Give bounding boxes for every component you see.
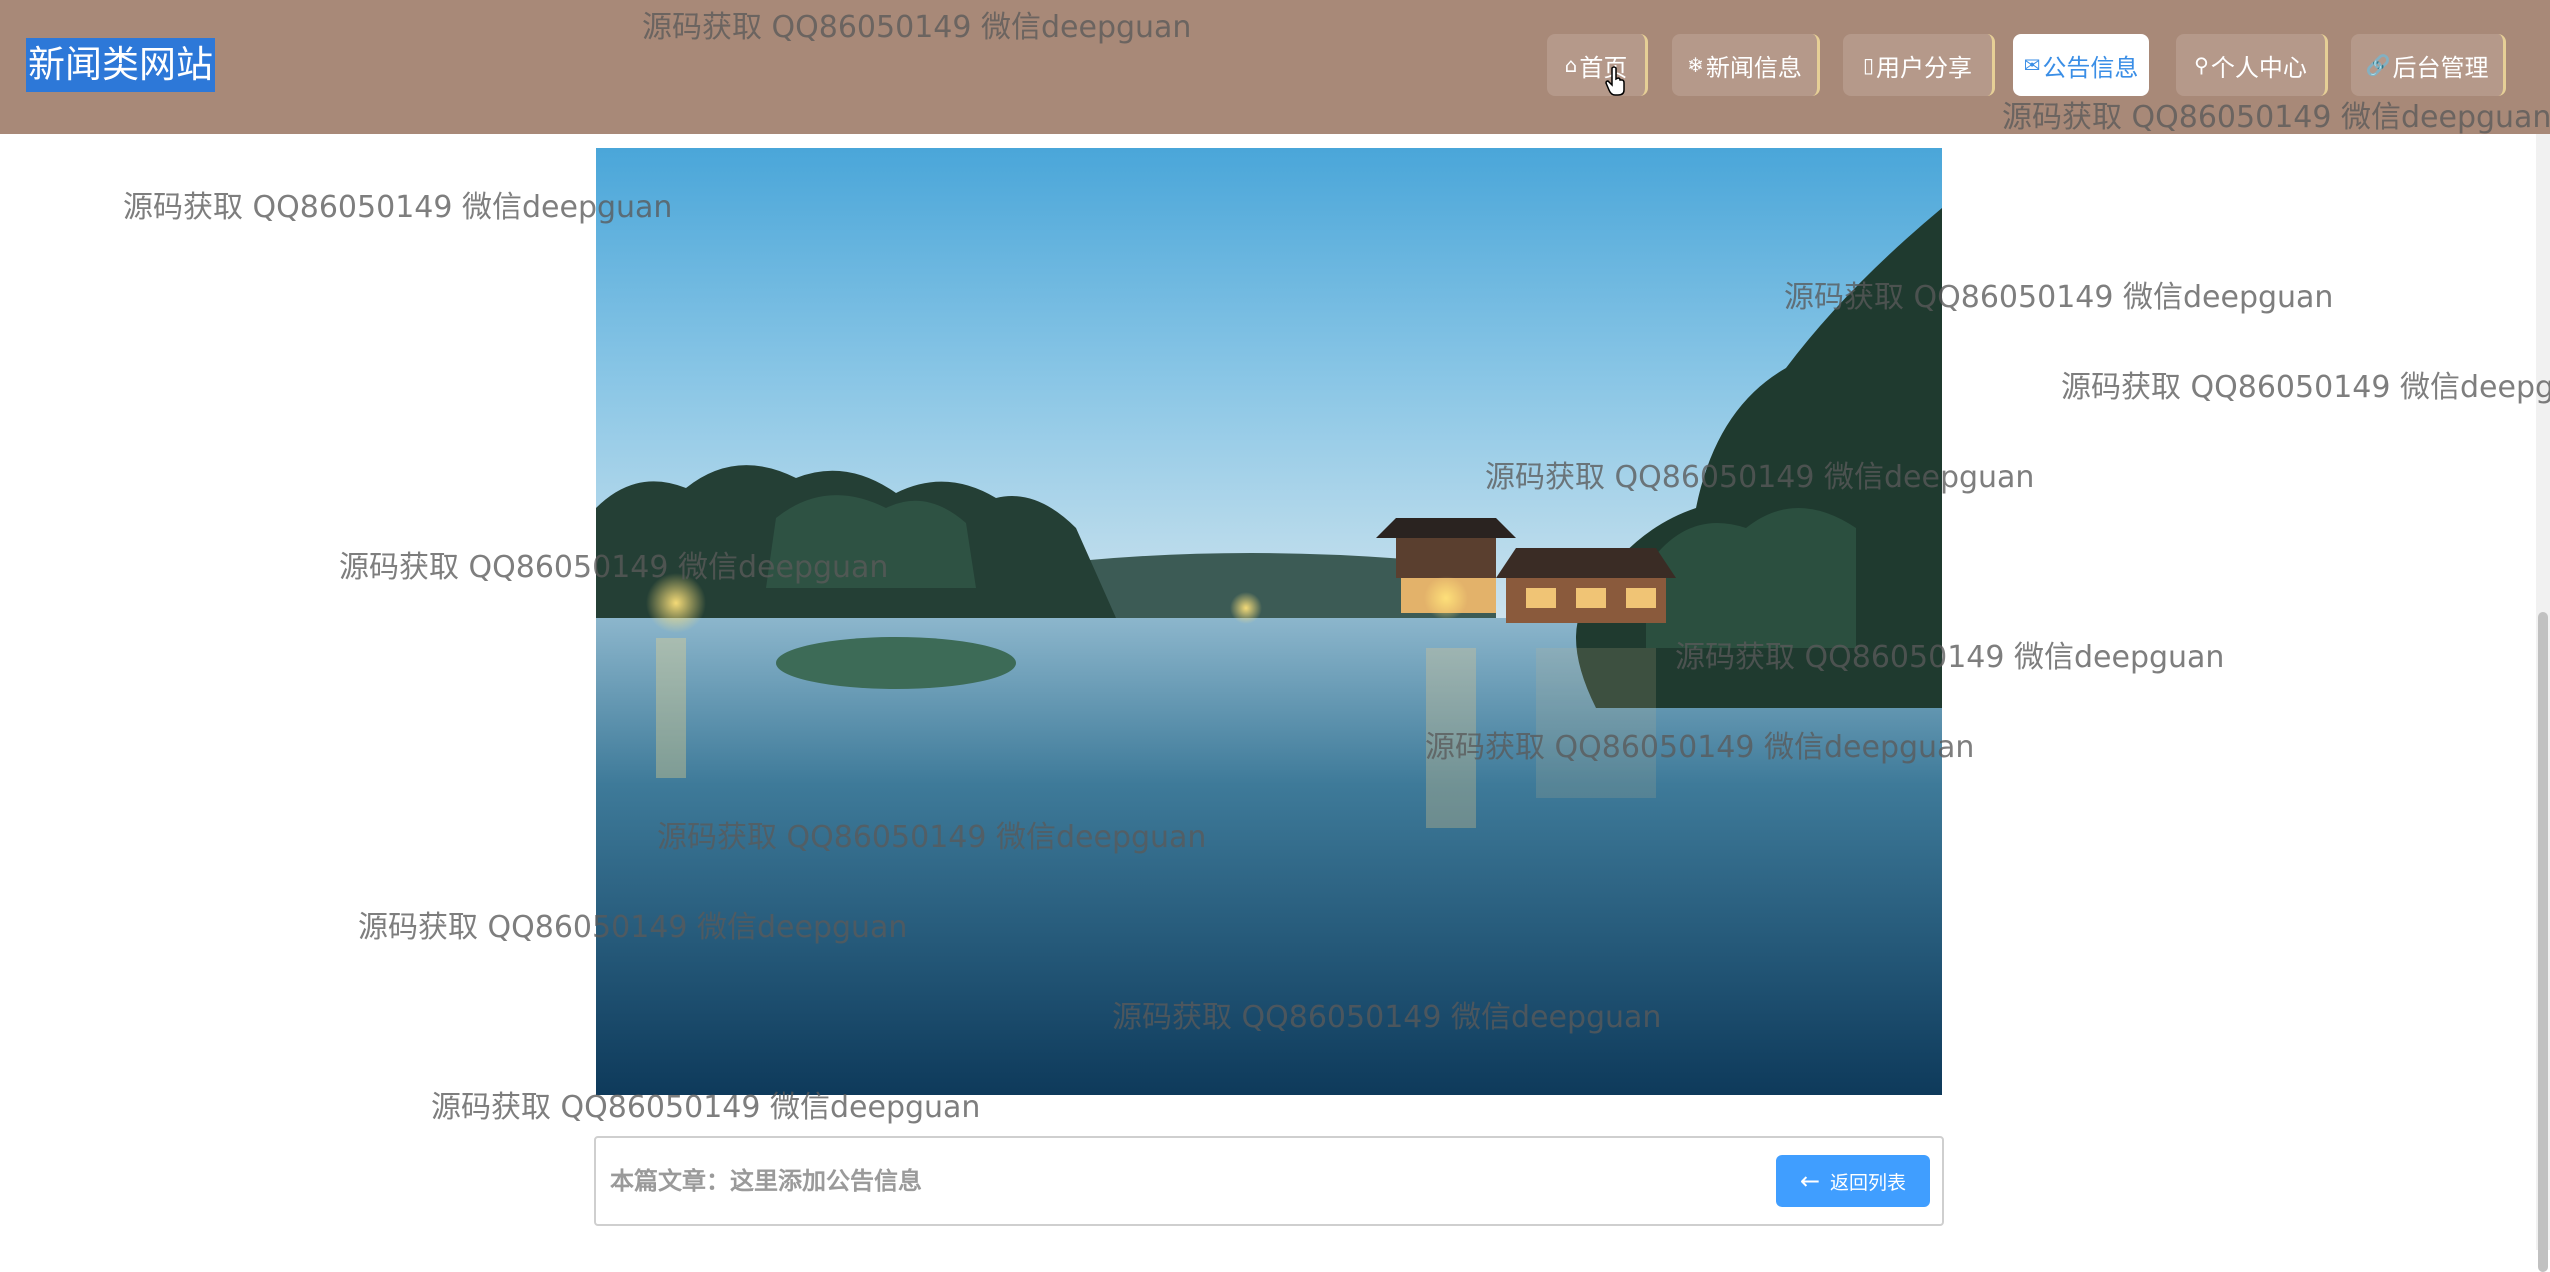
back-to-list-label: 返回列表: [1830, 1171, 1907, 1194]
header-bar: 新闻类网站 ⌂ 首页 ❄ 新闻信息 ▯ 用户分享 ✉ 公告信息 ⚲ 个人中心 🔗…: [0, 0, 2550, 134]
hand-cursor-icon: [1605, 66, 1625, 96]
mail-icon: ✉: [2023, 53, 2041, 77]
nav-news-label: 新闻信息: [1705, 53, 1802, 82]
link-icon: 🔗: [2365, 53, 2391, 77]
article-title: 本篇文章：这里添加公告信息: [610, 1167, 922, 1195]
nav-admin-label: 后台管理: [2392, 53, 2489, 82]
watermark-text: 源码获取 QQ86050149 微信deepguan: [2061, 370, 2550, 405]
site-title[interactable]: 新闻类网站: [26, 38, 215, 92]
page-scrollbar[interactable]: [2536, 134, 2550, 1272]
scrollbar-thumb[interactable]: [2538, 612, 2548, 1272]
document-icon: ▯: [1862, 53, 1874, 77]
nav-share-label: 用户分享: [1876, 53, 1972, 82]
snowflake-icon: ❄: [1687, 53, 1704, 77]
home-icon: ⌂: [1564, 53, 1578, 77]
nav-notice-label: 公告信息: [2042, 53, 2139, 82]
nav-admin-button[interactable]: 🔗 后台管理: [2351, 34, 2506, 96]
watermark-text: 源码获取 QQ86050149 微信deepguan: [123, 190, 673, 225]
nav-home-button[interactable]: ⌂ 首页: [1547, 34, 1648, 96]
nav-profile-button[interactable]: ⚲ 个人中心: [2176, 34, 2328, 96]
article-info-bar: 本篇文章：这里添加公告信息 ← 返回列表: [594, 1136, 1944, 1226]
back-to-list-button[interactable]: ← 返回列表: [1776, 1155, 1930, 1207]
nav-share-button[interactable]: ▯ 用户分享: [1843, 34, 1995, 96]
notice-image: [596, 148, 1942, 1095]
arrow-left-icon: ←: [1799, 1167, 1821, 1195]
nav-profile-label: 个人中心: [2210, 53, 2307, 82]
nav-notice-button[interactable]: ✉ 公告信息: [2013, 34, 2149, 96]
user-icon: ⚲: [2194, 53, 2209, 77]
nav-news-button[interactable]: ❄ 新闻信息: [1672, 34, 1820, 96]
